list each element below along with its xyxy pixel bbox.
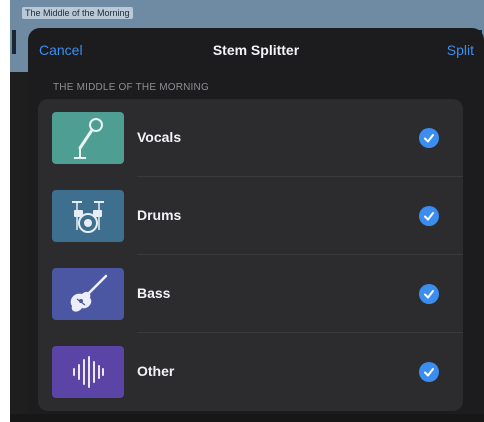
section-header: THE MIDDLE OF THE MORNING	[53, 82, 209, 93]
microphone-icon	[74, 118, 103, 159]
stem-row-bass[interactable]: Bass	[38, 255, 463, 333]
drums-thumbnail	[52, 190, 124, 242]
checkmark-icon[interactable]	[419, 128, 439, 148]
stem-label-vocals: Vocals	[137, 129, 182, 145]
nav-bar: Cancel Stem Splitter Split	[28, 28, 484, 72]
other-thumbnail	[52, 346, 124, 398]
stem-row-drums[interactable]: Drums	[38, 177, 463, 255]
vocals-thumbnail	[52, 112, 124, 164]
stem-row-vocals[interactable]: Vocals	[38, 99, 463, 177]
bottom-edge	[10, 414, 484, 422]
bass-thumbnail	[52, 268, 124, 320]
drum-kit-icon	[72, 201, 104, 233]
region-handle-left	[12, 30, 16, 54]
stem-label-bass: Bass	[137, 285, 171, 301]
background-track-title: The Middle of the Morning	[22, 7, 133, 19]
checkmark-icon[interactable]	[419, 362, 439, 382]
checkmark-icon[interactable]	[419, 206, 439, 226]
stem-list: Vocals Drums Bass Other	[38, 99, 463, 411]
stem-splitter-sheet: Cancel Stem Splitter Split THE MIDDLE OF…	[28, 28, 484, 422]
stem-label-other: Other	[137, 363, 175, 379]
bass-guitar-icon	[70, 274, 108, 312]
stem-label-drums: Drums	[137, 207, 182, 223]
stem-row-other[interactable]: Other	[38, 333, 463, 411]
waveform-icon	[73, 356, 104, 388]
split-button[interactable]: Split	[447, 42, 474, 58]
checkmark-icon[interactable]	[419, 284, 439, 304]
app-frame: The Middle of the Morning Cancel Stem Sp…	[10, 0, 484, 422]
sheet-title: Stem Splitter	[212, 42, 300, 58]
